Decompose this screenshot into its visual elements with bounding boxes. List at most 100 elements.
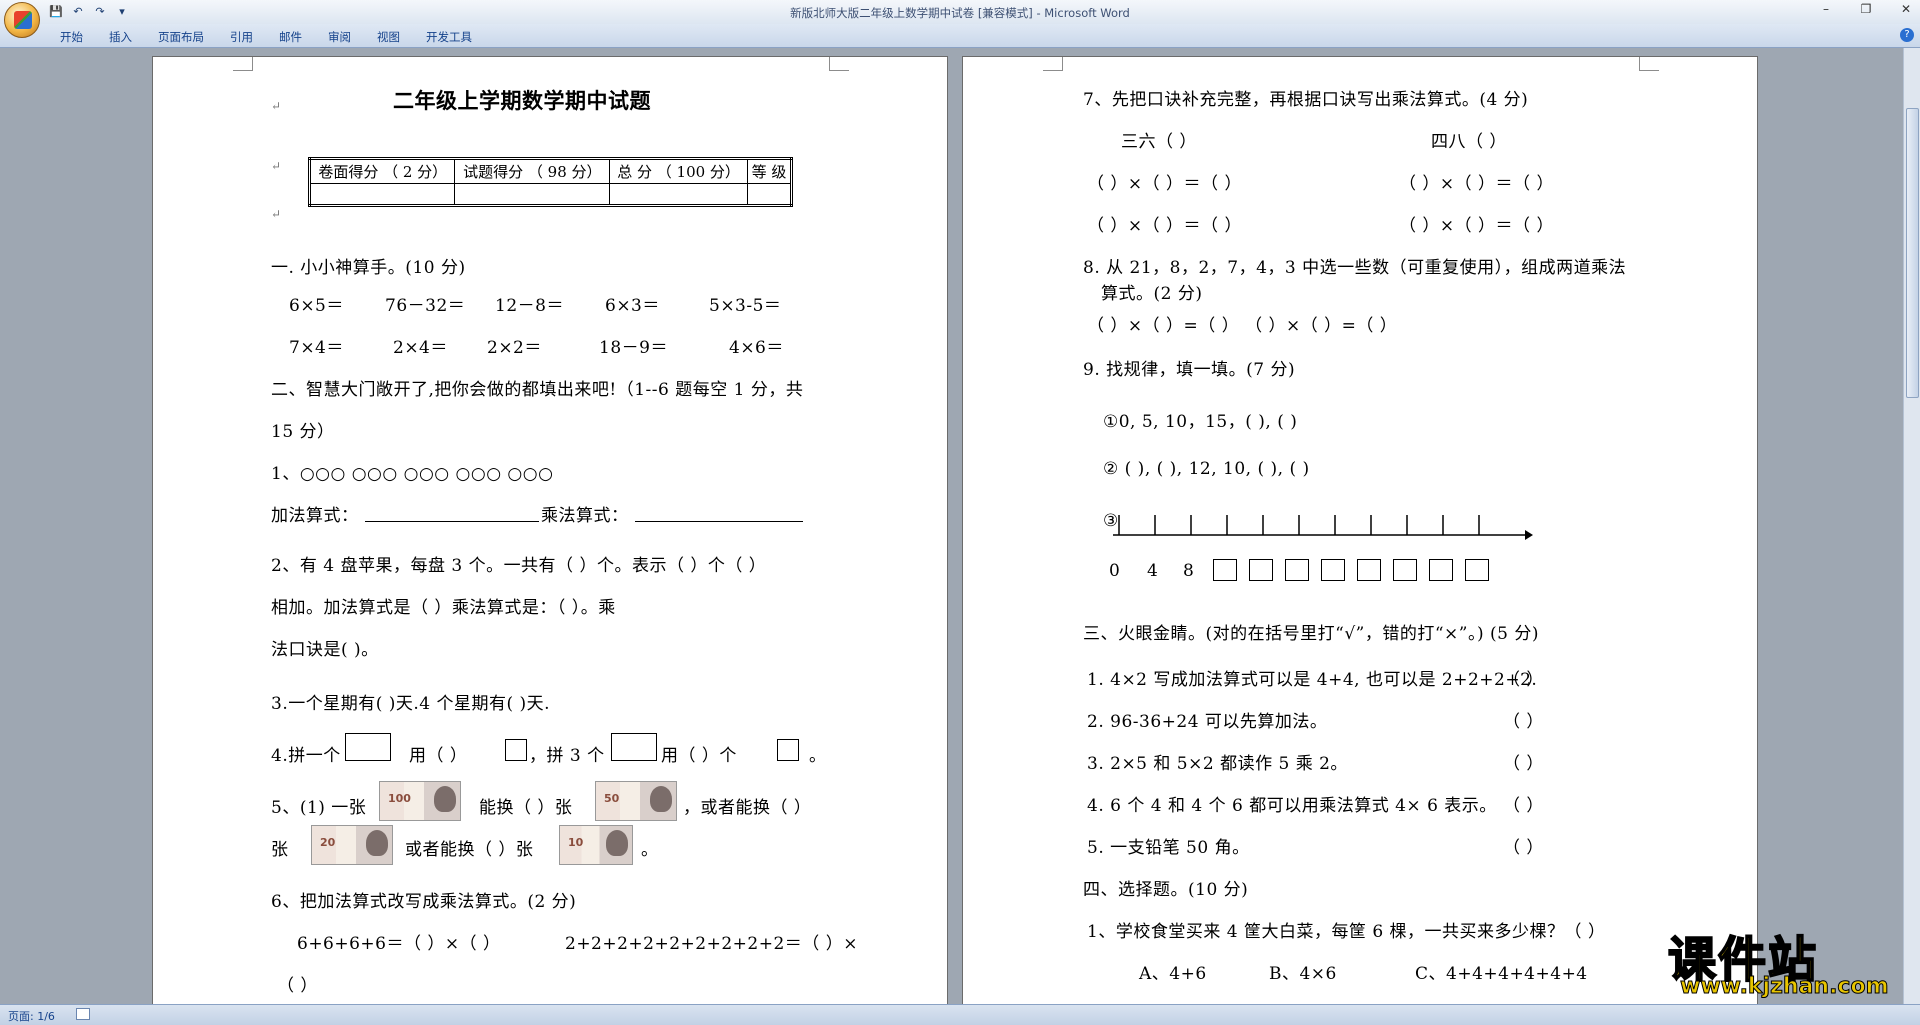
exercise-item: 6×5＝: [289, 296, 344, 316]
tab-home[interactable]: 开始: [60, 29, 83, 45]
status-bar: 页面: 1/6: [0, 1004, 1920, 1025]
choice-option[interactable]: A、4+6: [1139, 959, 1207, 984]
exercise-item: 6×3＝: [605, 296, 660, 316]
judgment-paren[interactable]: （ ）: [1503, 707, 1544, 732]
section-2-title-cont: 15 分）: [271, 422, 335, 442]
choice-option[interactable]: C、4+4+4+4+4+4: [1415, 959, 1588, 984]
question-1: 1、○○○ ○○○ ○○○ ○○○ ○○○: [271, 464, 554, 484]
score-cell[interactable]: [308, 183, 456, 206]
document-page-2[interactable]: 7、先把口诀补充完整，再根据口诀写出乘法算式。(4 分) 三六（ ） 四八（ ）…: [962, 56, 1758, 1004]
banknote-50-image: 50: [595, 781, 677, 821]
score-header: 总 分 （ 100 分）: [609, 158, 748, 184]
question-2: 相加。加法算式是（ ）乘法算式是：（ ）。乘: [271, 598, 616, 618]
section-1-title: 一. 小小神算手。(10 分): [271, 258, 466, 278]
judgment-paren[interactable]: （ ）: [1503, 833, 1544, 858]
cube-block-icon: [611, 733, 657, 761]
question-5: 能换（ ）张: [479, 798, 573, 818]
judgment-paren[interactable]: （ ）: [1503, 749, 1544, 774]
scrollbar-thumb[interactable]: [1906, 108, 1919, 398]
answer-line[interactable]: [635, 521, 803, 522]
title-bar: 💾 ↶ ↷ ▾ 新版北师大版二年级上数学期中试卷 [兼容模式] - Micros…: [0, 0, 1920, 38]
page-count[interactable]: 页面: 1/6: [8, 1008, 55, 1024]
tab-page-layout[interactable]: 页面布局: [158, 29, 204, 45]
section-2-title: 二、智慧大门敞开了,把你会做的都填出来吧!（1--6 题每空 1 分，共: [271, 380, 804, 400]
maximize-icon[interactable]: ❐: [1856, 2, 1876, 16]
question-5: 。: [641, 840, 659, 860]
choice-option[interactable]: B、4×6: [1269, 959, 1337, 984]
number-line-label: 8: [1183, 561, 1195, 581]
banknote-10-image: 10: [559, 825, 633, 865]
question-5: ，或者能换（ ）: [683, 798, 812, 818]
question-7-equation: （ ）×（ ）＝（ ）: [1399, 174, 1554, 194]
cube-icon: [505, 739, 527, 761]
answer-box[interactable]: [1321, 559, 1345, 581]
choice-question: 1、学校食堂买来 4 筐大白菜，每筐 6 棵，一共买来多少棵？（ ）: [1087, 922, 1606, 942]
question-7: 7、先把口诀补充完整，再根据口诀写出乘法算式。(4 分): [1083, 90, 1529, 110]
question-9-item: ①0, 5, 10，15，( ), ( ): [1103, 412, 1298, 432]
banknote-100-image: 100: [379, 781, 461, 821]
exercise-item: 7×4＝: [289, 338, 344, 358]
tab-references[interactable]: 引用: [230, 29, 253, 45]
tab-developer[interactable]: 开发工具: [426, 29, 472, 45]
judgment-item: 5. 一支铅笔 50 角。: [1087, 838, 1250, 858]
answer-box[interactable]: [1285, 559, 1309, 581]
document-page-1[interactable]: ↵ 二年级上学期数学期中试题 ↵ 卷面得分 （ 2 分） 试题得分 （ 98 分…: [152, 56, 948, 1004]
answer-box[interactable]: [1429, 559, 1453, 581]
score-cell[interactable]: [609, 183, 748, 206]
answer-box[interactable]: [1465, 559, 1489, 581]
tab-insert[interactable]: 插入: [109, 29, 132, 45]
paragraph-mark: ↵: [271, 207, 282, 221]
question-6-item: （ ）: [277, 976, 318, 996]
question-4: 用（ ）: [409, 746, 468, 766]
paragraph-mark: ↵: [271, 159, 282, 173]
score-table: 卷面得分 （ 2 分） 试题得分 （ 98 分） 总 分 （ 100 分） 等 …: [308, 157, 793, 207]
answer-boxes: [1213, 559, 1501, 581]
exercise-item: 76－32＝: [385, 296, 466, 316]
answer-box[interactable]: [1357, 559, 1381, 581]
question-6: 6、把加法算式改写成乘法算式。(2 分): [271, 892, 577, 912]
page-title: 二年级上学期数学期中试题: [393, 88, 651, 113]
cube-block-icon: [345, 733, 391, 761]
section-4-title: 四、选择题。(10 分): [1083, 880, 1249, 900]
answer-box[interactable]: [1393, 559, 1417, 581]
number-line-label: 0: [1109, 561, 1121, 581]
exercise-item: 4×6＝: [729, 338, 784, 358]
question-9: 9. 找规律，填一填。(7 分): [1083, 360, 1296, 380]
watermark-url: www.kjzhan.com: [1680, 974, 1890, 1000]
window-controls: – ❐ ✕: [1816, 2, 1916, 16]
answer-line[interactable]: [365, 521, 539, 522]
question-5: 5、(1) 一张: [271, 798, 367, 818]
vertical-scrollbar[interactable]: [1903, 48, 1920, 1004]
number-line: [1113, 515, 1533, 540]
exercise-item: 2×2＝: [487, 338, 542, 358]
question-1-add-label: 加法算式：: [271, 506, 359, 526]
ribbon-tabs: 开始 插入 页面布局 引用 邮件 审阅 视图 开发工具 ?: [0, 24, 1920, 48]
exercise-item: 2×4＝: [393, 338, 448, 358]
question-2: 2、有 4 盘苹果，每盘 3 个。一共有（ ）个。表示（ ）个（ ）: [271, 556, 767, 576]
question-4: 用（ ）个: [661, 746, 737, 766]
question-5: 或者能换（ ）张: [405, 840, 534, 860]
tab-review[interactable]: 审阅: [328, 29, 351, 45]
answer-box[interactable]: [1213, 559, 1237, 581]
tab-view[interactable]: 视图: [377, 29, 400, 45]
question-8: 算式。(2 分): [1101, 284, 1203, 304]
judgment-paren[interactable]: （ ）: [1503, 791, 1544, 816]
answer-box[interactable]: [1249, 559, 1273, 581]
score-header: 试题得分 （ 98 分）: [454, 158, 611, 184]
judgment-paren[interactable]: （ ）: [1503, 665, 1544, 690]
question-6-item: 2+2+2+2+2+2+2+2+2＝（ ）×: [565, 934, 858, 954]
close-icon[interactable]: ✕: [1896, 2, 1916, 16]
watermark-logo: 课件站 www.kjzhan.com: [1666, 920, 1906, 1002]
office-button[interactable]: [4, 2, 40, 38]
score-cell[interactable]: [454, 183, 611, 206]
question-7-rhyme: 三六（ ）: [1121, 132, 1197, 152]
question-3: 3.一个星期有( )天.4 个星期有( )天.: [271, 694, 551, 714]
banknote-20-image: 20: [311, 825, 393, 865]
cube-icon: [777, 739, 799, 761]
proofing-icon[interactable]: [76, 1008, 90, 1020]
minimize-icon[interactable]: –: [1816, 2, 1836, 16]
exercise-item: 12－8＝: [495, 296, 564, 316]
tab-mailings[interactable]: 邮件: [279, 29, 302, 45]
score-cell[interactable]: [746, 183, 793, 206]
help-icon[interactable]: ?: [1900, 28, 1914, 42]
